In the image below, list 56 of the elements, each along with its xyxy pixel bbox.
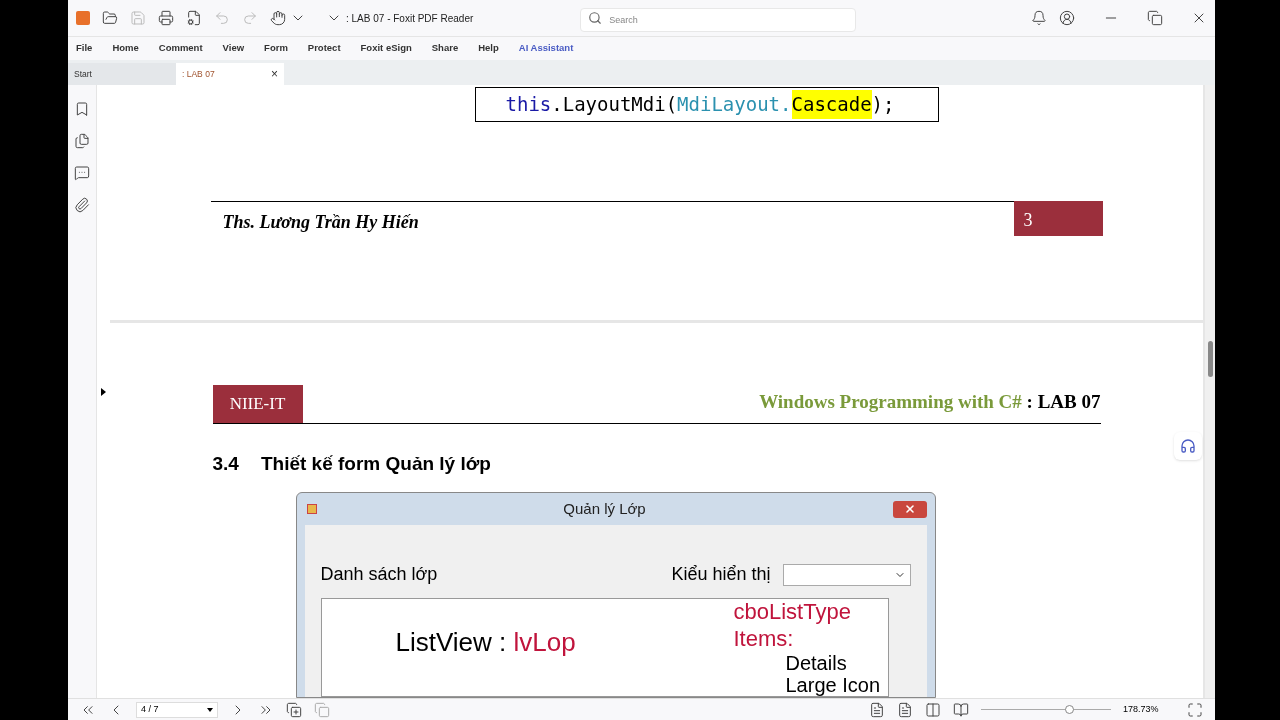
print-icon[interactable]: [158, 10, 174, 26]
page-number-field[interactable]: 4 / 7: [136, 701, 218, 718]
section-number: 3.4: [212, 451, 239, 476]
book-icon[interactable]: [953, 701, 969, 718]
bookmark-icon[interactable]: [74, 101, 90, 117]
search-field[interactable]: Search: [580, 8, 857, 32]
document-tab[interactable]: Start: [68, 63, 176, 85]
pages-icon[interactable]: [74, 133, 90, 149]
single-page-icon[interactable]: [869, 701, 885, 718]
form-title: Quản lý Lớp: [562, 498, 647, 519]
window-title: : LAB 07 - Foxit PDF Reader: [346, 11, 474, 26]
app-logo-icon: [76, 11, 90, 25]
menu-item[interactable]: AI Assistant: [518, 41, 574, 56]
header-org: NIIE-IT: [212, 384, 303, 423]
menu-item[interactable]: Comment: [158, 41, 203, 56]
menu-item[interactable]: File: [76, 41, 93, 56]
form-icon: [306, 504, 317, 515]
attachment-icon[interactable]: [74, 197, 90, 213]
page-copy-icon[interactable]: [286, 701, 302, 718]
list-label: Danh sách lớp: [320, 563, 438, 587]
item-text: Details: [785, 652, 848, 674]
document-icon[interactable]: [186, 10, 202, 26]
menu-item[interactable]: Share: [431, 41, 459, 56]
items-caption: Items:: [733, 625, 795, 652]
menu-item[interactable]: Help: [478, 41, 499, 56]
page-number: 3: [1013, 201, 1103, 236]
combo-caption: cboListType: [733, 599, 852, 626]
form-close-button[interactable]: [892, 500, 927, 518]
document-tab[interactable]: : LAB 07 ×: [176, 63, 284, 85]
account-icon[interactable]: [1059, 10, 1075, 26]
restore-icon[interactable]: [1147, 10, 1163, 26]
hand-icon[interactable]: [270, 10, 286, 26]
code-box: this.LayoutMdi(MdiLayout.Cascade);: [474, 87, 939, 122]
tab-close-button[interactable]: ×: [271, 65, 278, 83]
search-icon: [588, 11, 603, 25]
type-label: Kiểu hiển thị: [671, 563, 771, 587]
section-title: Thiết kế form Quản lý lớp: [260, 451, 491, 476]
menu-item[interactable]: Protect: [307, 41, 341, 56]
menu-item[interactable]: Home: [112, 41, 139, 56]
scrollbar[interactable]: [1205, 85, 1215, 698]
page-footer-author: Ths. Lương Trần Hy Hiến: [222, 211, 419, 234]
headset-icon: [1180, 438, 1196, 454]
close-icon: [903, 503, 916, 516]
menu-item[interactable]: Foxit eSign: [360, 41, 412, 56]
bell-icon[interactable]: [1031, 10, 1047, 26]
listview-caption: ListView : lvLop: [395, 626, 576, 660]
header-course: Windows Programming with C# : LAB 07: [759, 390, 1101, 415]
ai-assistant-button[interactable]: [1174, 432, 1202, 460]
zoom-value[interactable]: 178.73%: [1123, 702, 1175, 717]
open-icon[interactable]: [102, 10, 118, 26]
comment-icon[interactable]: [74, 165, 90, 181]
menu-item[interactable]: View: [222, 41, 245, 56]
item-text: Large Icon: [785, 674, 881, 696]
facing-page-icon[interactable]: [925, 701, 941, 718]
continuous-page-icon[interactable]: [897, 701, 913, 718]
menu-item[interactable]: Form: [264, 41, 288, 56]
